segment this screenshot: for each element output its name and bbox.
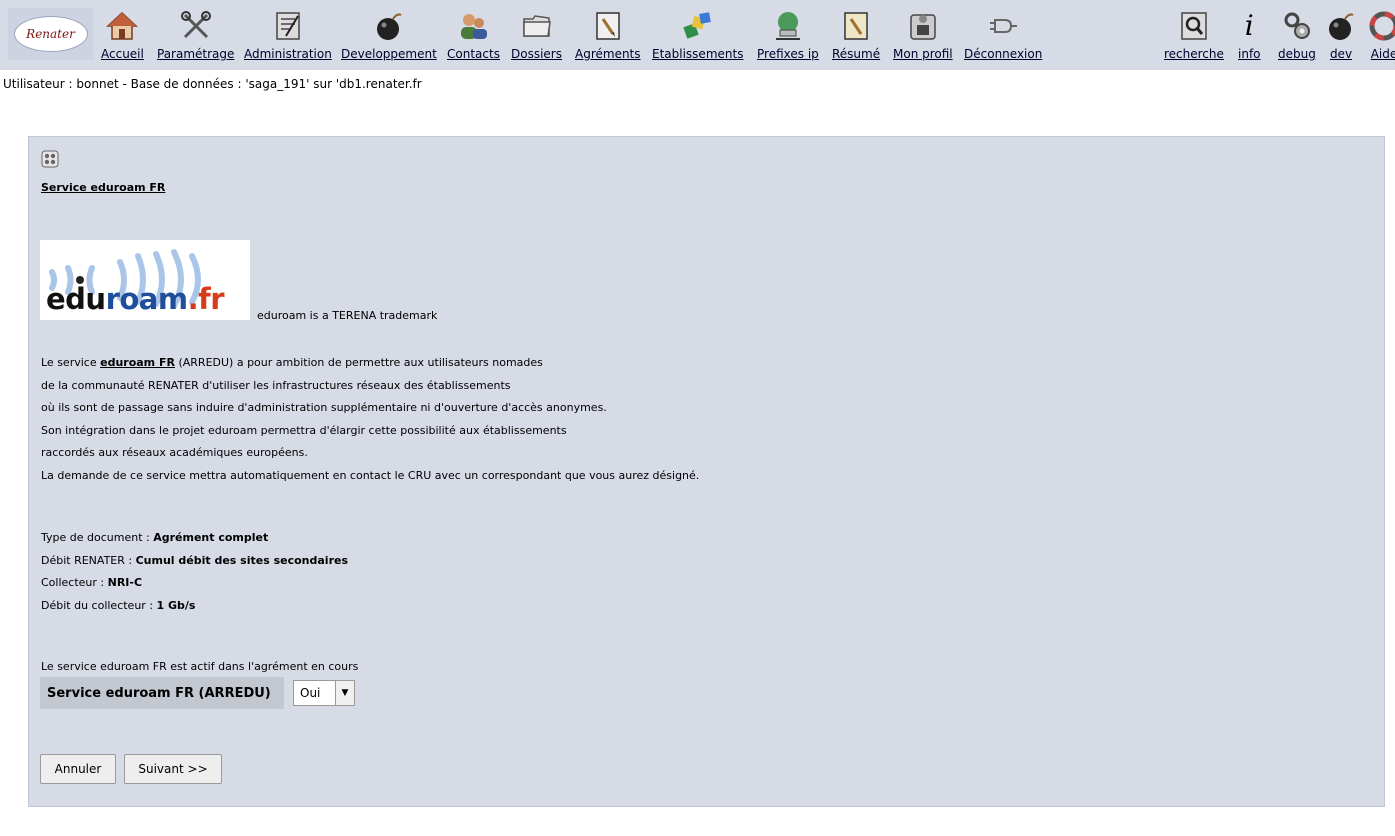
description-line: raccordés aux réseaux académiques europé…: [41, 446, 308, 460]
help-icon: [1369, 11, 1395, 41]
detail-debit: Débit RENATER : Cumul débit des sites se…: [41, 550, 348, 573]
logo-word-edu: edu: [46, 282, 106, 316]
nav-aide-label: Aide: [1370, 47, 1395, 61]
desc-prefix: Le service: [41, 356, 101, 369]
detail-type-value: Agrément complet: [153, 531, 269, 544]
nav-mon-profil-label: Mon profil: [893, 47, 953, 61]
service-field-row: Service eduroam FR (ARREDU): [40, 677, 284, 709]
eduroam-logo: eduroam.fr: [40, 240, 250, 320]
detail-debit-collecteur-label: Débit du collecteur :: [41, 598, 157, 612]
top-toolbar: Renater Accueil Paramétrage Administrati…: [0, 0, 1395, 70]
nav-recherche[interactable]: recherche: [1164, 10, 1224, 61]
bomb-icon: [1329, 13, 1354, 40]
nav-deconnexion[interactable]: Déconnexion: [964, 10, 1042, 61]
logo-word-fr: .fr: [187, 282, 225, 316]
detail-collecteur-label: Collecteur :: [41, 576, 108, 589]
desc-suffix: (ARREDU) a pour ambition de permettre au…: [174, 356, 543, 369]
logo-word-roam: roam: [105, 282, 189, 316]
nav-info-label: info: [1238, 47, 1261, 61]
folder-icon: [522, 15, 551, 37]
detail-collecteur: Collecteur : NRI-C: [41, 572, 348, 595]
detail-collecteur-value: NRI-C: [107, 576, 143, 589]
nav-debug-label: debug: [1278, 47, 1316, 61]
magnifier-icon: [1181, 12, 1207, 40]
nav-recherche-label: recherche: [1164, 47, 1224, 61]
document-details: Type de document : Agrément complet Débi…: [41, 527, 348, 617]
profile-icon: [910, 14, 936, 40]
cancel-button[interactable]: Annuler: [40, 754, 116, 784]
nav-contacts-label: Contacts: [447, 47, 500, 61]
pencil-doc-icon: [596, 12, 620, 40]
nav-agrements-label: Agréments: [575, 47, 641, 61]
nav-administration-label: Administration: [244, 47, 332, 61]
service-active-text: Le service eduroam FR est actif dans l'a…: [41, 660, 359, 673]
description-line: La demande de ce service mettra automati…: [41, 468, 700, 482]
network-icon: [775, 12, 800, 40]
nav-parametrage-label: Paramétrage: [157, 47, 235, 61]
service-select[interactable]: Oui ▼: [293, 680, 355, 706]
detail-type: Type de document : Agrément complet: [41, 527, 348, 550]
nav-accueil-label: Accueil: [101, 47, 144, 61]
nav-administration[interactable]: Administration: [244, 10, 332, 61]
nav-resume-label: Résumé: [832, 47, 881, 61]
summary-doc-icon: [844, 12, 868, 40]
description-line: Son intégration dans le projet eduroam p…: [41, 423, 567, 437]
nav-developpement-label: Developpement: [341, 47, 437, 61]
nav-aide[interactable]: Aide: [1368, 10, 1395, 61]
nav-info[interactable]: i info: [1238, 9, 1261, 62]
nav-developpement[interactable]: Developpement: [341, 10, 437, 61]
trademark-text: eduroam is a TERENA trademark: [257, 309, 438, 322]
nav-agrements[interactable]: Agréments: [575, 10, 641, 61]
blocks-icon: [683, 12, 711, 39]
admin-icon: [276, 12, 300, 40]
nav-prefixes-ip[interactable]: Prefixes ip: [757, 10, 819, 61]
description-line: de la communauté RENATER d'utiliser les …: [41, 378, 511, 392]
service-icon: [41, 150, 59, 168]
nav-mon-profil[interactable]: Mon profil: [893, 10, 953, 61]
bomb-icon: [376, 13, 402, 40]
renater-logo[interactable]: Renater: [8, 8, 93, 60]
nav-dossiers[interactable]: Dossiers: [511, 10, 562, 61]
nav-prefixes-ip-label: Prefixes ip: [757, 47, 819, 61]
people-icon: [461, 14, 488, 39]
service-description: Le service eduroam FR (ARREDU) a pour am…: [41, 352, 699, 488]
nav-dev[interactable]: dev: [1325, 10, 1357, 61]
description-line: où ils sont de passage sans induire d'ad…: [41, 401, 607, 415]
gears-icon: [1284, 12, 1310, 39]
detail-debit-label: Débit RENATER :: [41, 553, 136, 567]
logo-badge: Renater: [13, 16, 88, 52]
nav-etablissements-label: Etablissements: [652, 47, 744, 61]
next-button[interactable]: Suivant >>: [124, 754, 222, 784]
nav-contacts[interactable]: Contacts: [447, 10, 500, 61]
detail-debit-collecteur-value: 1 Gb/s: [156, 598, 196, 612]
tools-icon: [180, 11, 211, 39]
nav-parametrage[interactable]: Paramétrage: [157, 10, 234, 61]
logo-text: Renater: [26, 27, 75, 41]
house-icon: [106, 11, 139, 40]
nav-debug[interactable]: debug: [1278, 10, 1316, 61]
eduroam-fr-link: eduroam FR: [100, 356, 175, 369]
nav-dossiers-label: Dossiers: [511, 47, 562, 61]
nav-dev-label: dev: [1329, 47, 1353, 61]
description-line: Le service eduroam FR (ARREDU) a pour am…: [41, 352, 699, 375]
detail-debit-collecteur: Débit du collecteur : 1 Gb/s: [41, 595, 348, 618]
detail-debit-value: Cumul débit des sites secondaires: [135, 553, 348, 567]
user-info-line: Utilisateur : bonnet - Base de données :…: [3, 77, 422, 91]
nav-accueil[interactable]: Accueil: [101, 10, 144, 61]
nav-etablissements[interactable]: Etablissements: [652, 10, 743, 61]
plug-icon: [990, 19, 1018, 33]
info-icon: i: [1244, 9, 1254, 42]
service-title: Service eduroam FR: [41, 181, 166, 194]
service-field-label: Service eduroam FR (ARREDU): [47, 685, 271, 701]
service-select-value: Oui: [300, 686, 321, 700]
service-panel: Service eduroam FR eduroam.fr eduroam is…: [28, 136, 1385, 807]
detail-type-label: Type de document :: [41, 531, 154, 544]
nav-deconnexion-label: Déconnexion: [964, 47, 1043, 61]
nav-resume[interactable]: Résumé: [832, 10, 880, 61]
chevron-down-icon[interactable]: ▼: [335, 681, 354, 705]
